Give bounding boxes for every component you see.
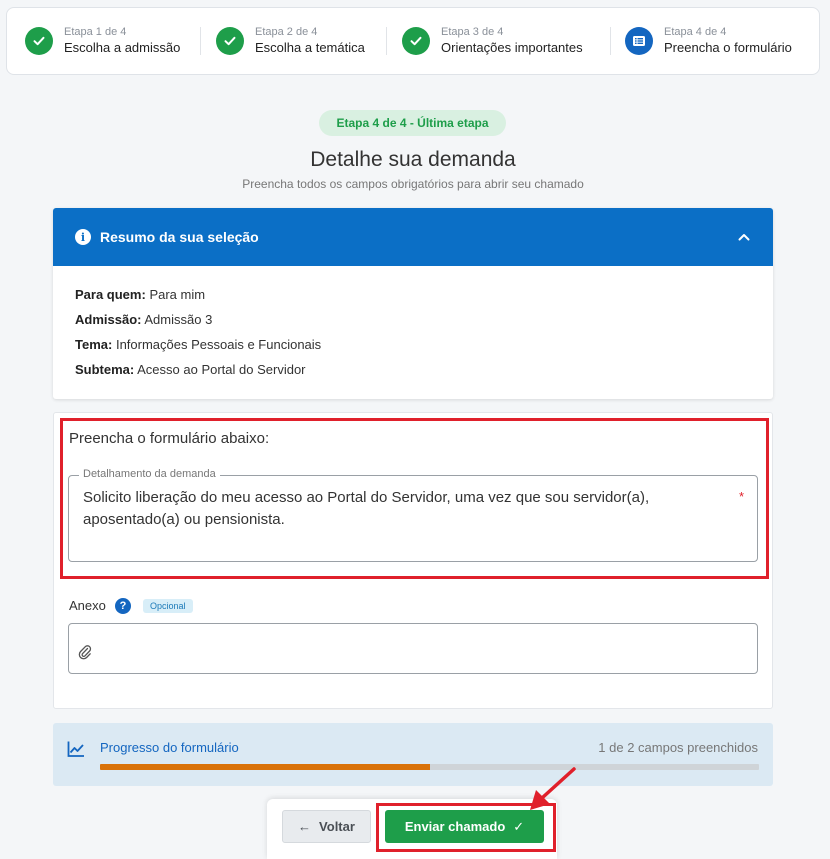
send-request-button[interactable]: Enviar chamado ✓ xyxy=(385,810,544,843)
step-1-number: Etapa 1 de 4 xyxy=(64,26,127,38)
summary-value: Acesso ao Portal do Servidor xyxy=(137,362,306,377)
step-2-title: Escolha a temática xyxy=(255,40,365,55)
required-mark: * xyxy=(739,489,745,504)
summary-value: Informações Pessoais e Funcionais xyxy=(115,337,322,352)
summary-row-para-quem: Para quem: Para mim xyxy=(75,282,751,307)
optional-badge: Opcional xyxy=(143,599,193,613)
check-circle-icon xyxy=(25,27,53,55)
progress-count: 1 de 2 campos preenchidos xyxy=(598,740,758,755)
step-1-title: Escolha a admissão xyxy=(64,40,181,55)
paperclip-icon[interactable] xyxy=(78,644,92,660)
summary-row-tema: Tema: Informações Pessoais e Funcionais xyxy=(75,332,751,357)
summary-body: Para quem: Para mim Admissão: Admissão 3… xyxy=(53,266,773,382)
summary-label: Para quem: xyxy=(75,287,146,302)
stage-badge: Etapa 4 de 4 - Última etapa xyxy=(319,110,506,136)
attachment-upload-field[interactable] xyxy=(68,623,758,674)
step-2-number: Etapa 2 de 4 xyxy=(255,26,318,38)
progress-title: Progresso do formulário xyxy=(100,740,239,755)
step-1[interactable]: Etapa 1 de 4 Escolha a admissão xyxy=(25,8,200,74)
summary-title: Resumo da sua seleção xyxy=(100,229,259,245)
summary-value: Admissão 3 xyxy=(144,312,213,327)
chevron-up-icon[interactable] xyxy=(737,230,751,244)
page-subtitle: Preencha todos os campos obrigatórios pa… xyxy=(242,177,584,191)
attachment-label: Anexo xyxy=(69,598,106,613)
summary-value: Para mim xyxy=(149,287,206,302)
divider xyxy=(610,27,611,55)
back-button-label: Voltar xyxy=(319,819,355,834)
stepper: Etapa 1 de 4 Escolha a admissão Etapa 2 … xyxy=(6,7,820,75)
progress-bar xyxy=(100,764,759,770)
summary-label: Admissão: xyxy=(75,312,142,327)
summary-label: Subtema: xyxy=(75,362,135,377)
summary-row-admissao: Admissão: Admissão 3 xyxy=(75,307,751,332)
divider xyxy=(200,27,201,55)
form-list-icon xyxy=(625,27,653,55)
step-3[interactable]: Etapa 3 de 4 Orientações importantes xyxy=(402,8,610,74)
progress-bar-fill xyxy=(100,764,430,770)
step-3-title: Orientações importantes xyxy=(441,40,583,55)
back-button[interactable]: ← Voltar xyxy=(282,810,371,843)
form-title: Preencha o formulário abaixo: xyxy=(69,430,270,447)
annotation-arrow-icon xyxy=(530,767,576,810)
summary-row-subtema: Subtema: Acesso ao Portal do Servidor xyxy=(75,357,751,382)
step-4-title: Preencha o formulário xyxy=(664,40,792,55)
check-icon: ✓ xyxy=(513,818,525,834)
step-3-number: Etapa 3 de 4 xyxy=(441,26,504,38)
arrow-left-icon: ← xyxy=(298,819,312,834)
step-2[interactable]: Etapa 2 de 4 Escolha a temática xyxy=(216,8,386,74)
page-title: Detalhe sua demanda xyxy=(310,148,516,171)
demand-detail-label: Detalhamento da demanda xyxy=(79,468,220,480)
help-icon[interactable]: ? xyxy=(115,598,131,614)
demand-detail-value[interactable]: Solicito liberação do meu acesso ao Port… xyxy=(83,487,723,531)
summary-header[interactable]: i Resumo da sua seleção xyxy=(53,208,773,266)
send-button-label: Enviar chamado xyxy=(404,819,506,834)
chart-line-icon xyxy=(67,741,84,757)
step-4-number: Etapa 4 de 4 xyxy=(664,26,727,38)
selection-summary-card: i Resumo da sua seleção Para quem: Para … xyxy=(53,208,773,399)
summary-label: Tema: xyxy=(75,337,113,352)
info-icon: i xyxy=(75,229,91,245)
divider xyxy=(386,27,387,55)
check-circle-icon xyxy=(216,27,244,55)
check-circle-icon xyxy=(402,27,430,55)
step-4[interactable]: Etapa 4 de 4 Preencha o formulário xyxy=(625,8,815,74)
